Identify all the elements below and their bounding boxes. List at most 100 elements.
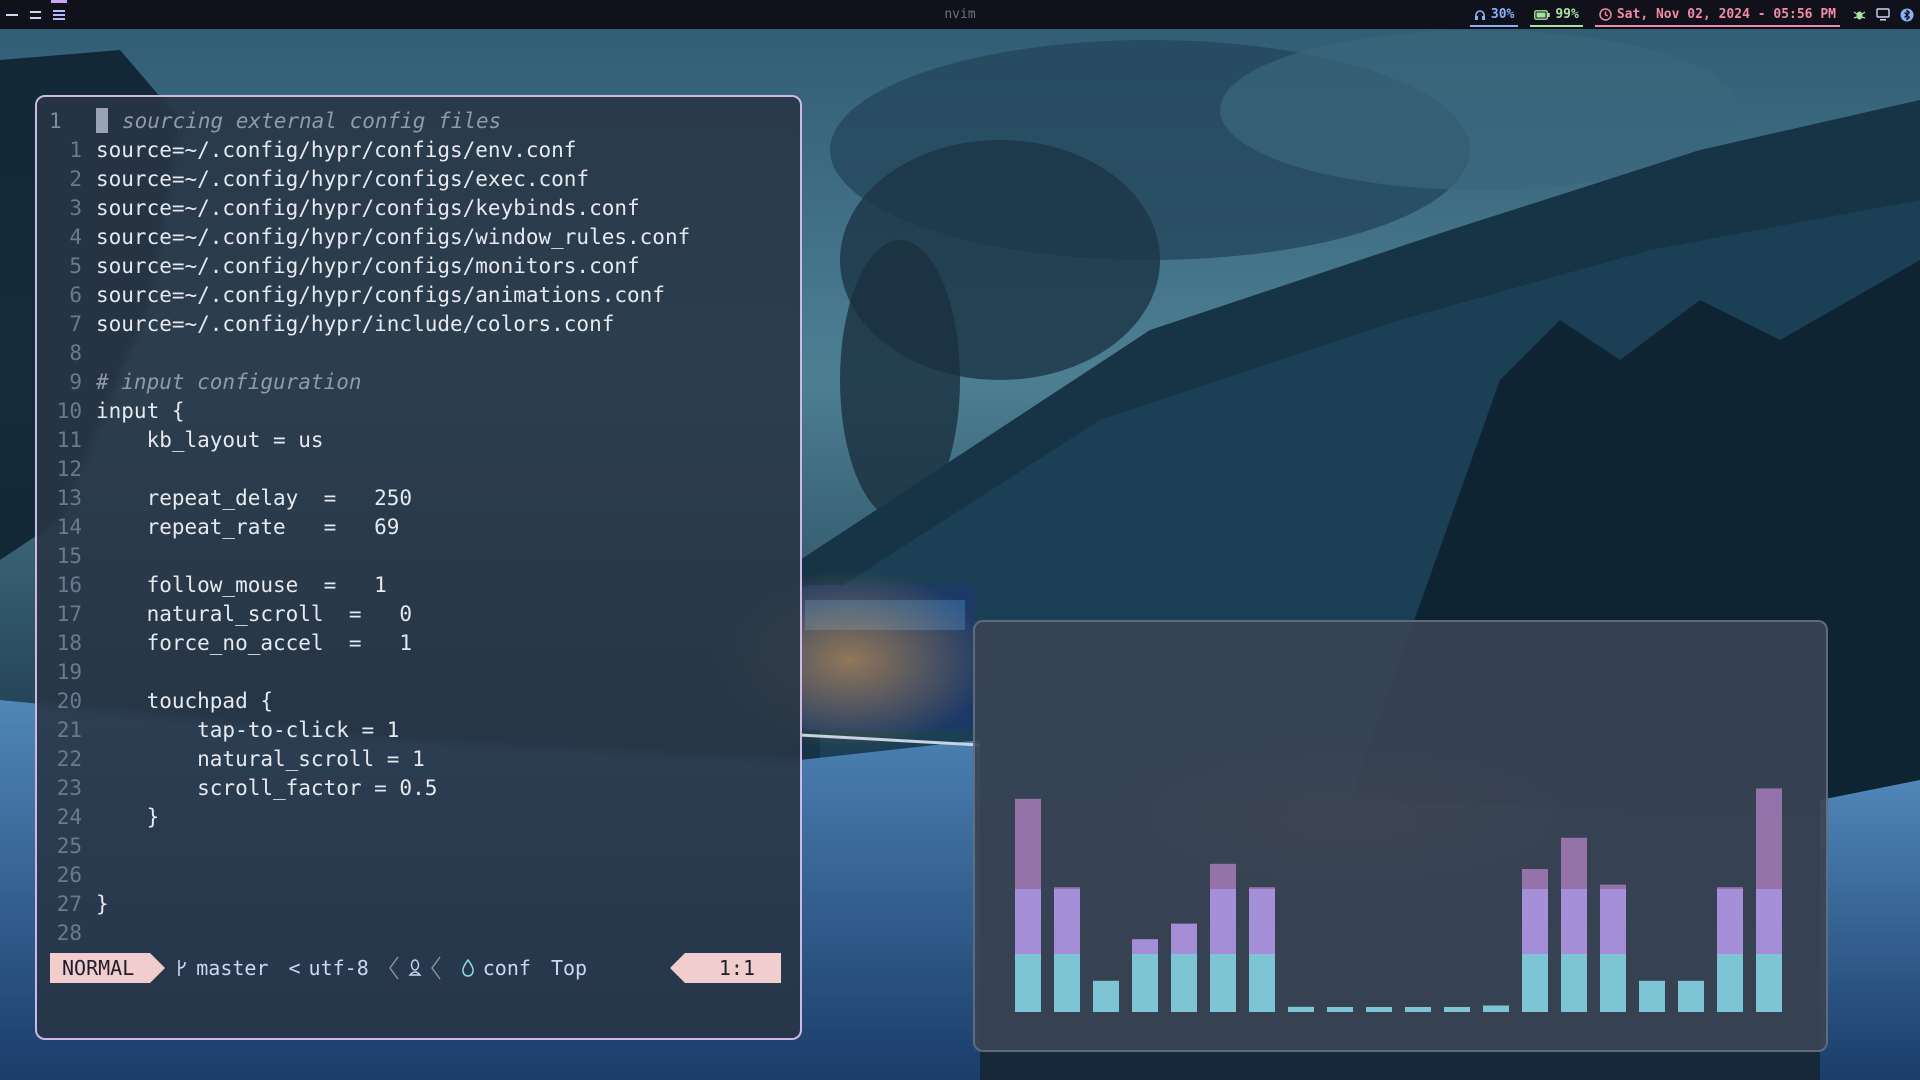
visualizer-bar (1717, 887, 1743, 1012)
line-number: 20 (56, 689, 82, 713)
line-text (92, 658, 96, 687)
bug-icon[interactable] (1852, 8, 1866, 22)
editor-line[interactable]: 2 source=~/.config/hypr/configs/exec.conf (37, 165, 800, 194)
display-icon[interactable] (1876, 8, 1890, 22)
line-text (92, 861, 96, 890)
bluetooth-icon[interactable] (1900, 8, 1914, 22)
line-number: 25 (56, 834, 82, 858)
editor-line[interactable]: 7 source=~/.config/hypr/include/colors.co… (37, 310, 800, 339)
cursor-position: 1:1 (669, 953, 781, 983)
line-text: follow_mouse = 1 (96, 573, 387, 597)
line-number: 2 (69, 167, 82, 191)
visualizer-bar (1756, 788, 1782, 1012)
editor-line[interactable]: 22 natural_scroll = 1 (37, 745, 800, 774)
visualizer-bars (1015, 788, 1782, 1012)
line-number: 24 (56, 805, 82, 829)
visualizer-bar (1561, 837, 1587, 1012)
editor-line[interactable]: 8 (37, 339, 800, 368)
line-number: 10 (56, 399, 82, 423)
visualizer-bar (1600, 884, 1626, 1012)
editor-line[interactable]: 6 source=~/.config/hypr/configs/animation… (37, 281, 800, 310)
editor-line[interactable]: 10 input { (37, 397, 800, 426)
line-text (92, 455, 96, 484)
line-text (92, 919, 96, 948)
visualizer-bar (1288, 1006, 1314, 1012)
line-text: } (96, 805, 160, 829)
separator-icon: < (288, 956, 301, 980)
audio-module[interactable]: 30% (1469, 0, 1519, 29)
line-text: tap-to-click = 1 (96, 718, 400, 742)
equals-icon (30, 10, 41, 19)
line-number: 6 (69, 283, 82, 307)
editor-line[interactable]: 5 source=~/.config/hypr/configs/monitors.… (37, 252, 800, 281)
editor-line[interactable]: 19 (37, 658, 800, 687)
visualizer-bar (1093, 980, 1119, 1012)
line-text: source=~/.config/hypr/configs/animations… (96, 283, 665, 307)
line-text: natural_scroll = 0 (96, 602, 413, 626)
nvim-window[interactable]: 1 sourcing external config files 1 source=~… (35, 95, 802, 1040)
line-text-content: sourcing external config files (122, 109, 502, 133)
workspace-switcher (0, 0, 67, 29)
editor-line[interactable]: 9 # input configuration (37, 368, 800, 397)
editor-line[interactable]: 3 source=~/.config/hypr/configs/keybinds.… (37, 194, 800, 223)
git-branch: master (150, 953, 278, 983)
line-text: sourcing external config files (92, 107, 501, 136)
line-number: 18 (56, 631, 82, 655)
statusline: NORMAL master < utf-8 conf Top 1:1 (50, 953, 781, 983)
editor-line[interactable]: 15 (37, 542, 800, 571)
line-number: 9 (69, 370, 82, 394)
editor-line[interactable]: 4 source=~/.config/hypr/configs/window_ru… (37, 223, 800, 252)
audio-level: 30% (1490, 7, 1515, 22)
editor-line[interactable]: 26 (37, 861, 800, 890)
line-text: touchpad { (96, 689, 274, 713)
file-type: conf (451, 953, 541, 983)
editor-line[interactable]: 1 source=~/.config/hypr/configs/env.conf (37, 136, 800, 165)
visualizer-bar (1054, 887, 1080, 1012)
editor-line[interactable]: 16 follow_mouse = 1 (37, 571, 800, 600)
line-number: 3 (69, 196, 82, 220)
line-text (92, 832, 96, 861)
git-branch-icon (178, 960, 187, 976)
workspace-3[interactable] (51, 0, 67, 29)
line-text: source=~/.config/hypr/configs/exec.conf (96, 167, 590, 191)
line-text (92, 339, 96, 368)
editor-line[interactable]: 24 } (37, 803, 800, 832)
text-cursor (96, 108, 108, 133)
editor-line[interactable]: 23 scroll_factor = 0.5 (37, 774, 800, 803)
editor-line[interactable]: 12 (37, 455, 800, 484)
workspace-2[interactable] (30, 0, 41, 29)
line-number: 22 (56, 747, 82, 771)
audio-visualizer-window[interactable] (973, 620, 1828, 1052)
visualizer-bar (1171, 923, 1197, 1012)
editor-line[interactable]: 20 touchpad { (37, 687, 800, 716)
line-text: source=~/.config/hypr/configs/monitors.c… (96, 254, 640, 278)
line-text: repeat_rate = 69 (96, 515, 400, 539)
editor-line[interactable]: 17 natural_scroll = 0 (37, 600, 800, 629)
editor-line[interactable]: 27} (37, 890, 800, 919)
battery-module[interactable]: 99% (1530, 0, 1584, 29)
system-tray (1852, 8, 1914, 22)
file-format (379, 953, 451, 983)
line-number: 16 (56, 573, 82, 597)
linux-icon (408, 959, 422, 976)
editor-line[interactable]: 13 repeat_delay = 250 (37, 484, 800, 513)
editor-line[interactable]: 1 sourcing external config files (37, 107, 800, 136)
file-encoding: < utf-8 (279, 953, 379, 983)
clock-module[interactable]: Sat, Nov 02, 2024 - 05:56 PM (1594, 0, 1841, 29)
workspace-1[interactable] (6, 0, 18, 29)
editor-line[interactable]: 18 force_no_accel = 1 (37, 629, 800, 658)
line-text: source=~/.config/hypr/configs/keybinds.c… (96, 196, 640, 220)
line-text: kb_layout = us (96, 428, 324, 452)
line-text: source=~/.config/hypr/include/colors.con… (96, 312, 615, 336)
editor-line[interactable]: 11 kb_layout = us (37, 426, 800, 455)
encoding-text: utf-8 (308, 956, 369, 980)
headphones-icon (1474, 9, 1485, 20)
editor-buffer[interactable]: 1 sourcing external config files 1 source=~… (37, 107, 800, 948)
editor-line[interactable]: 25 (37, 832, 800, 861)
visualizer-bar (1249, 887, 1275, 1012)
editor-line[interactable]: 21 tap-to-click = 1 (37, 716, 800, 745)
line-number: 1 (49, 109, 62, 133)
editor-line[interactable]: 14 repeat_rate = 69 (37, 513, 800, 542)
editor-line[interactable]: 28 (37, 919, 800, 948)
line-number: 21 (56, 718, 82, 742)
